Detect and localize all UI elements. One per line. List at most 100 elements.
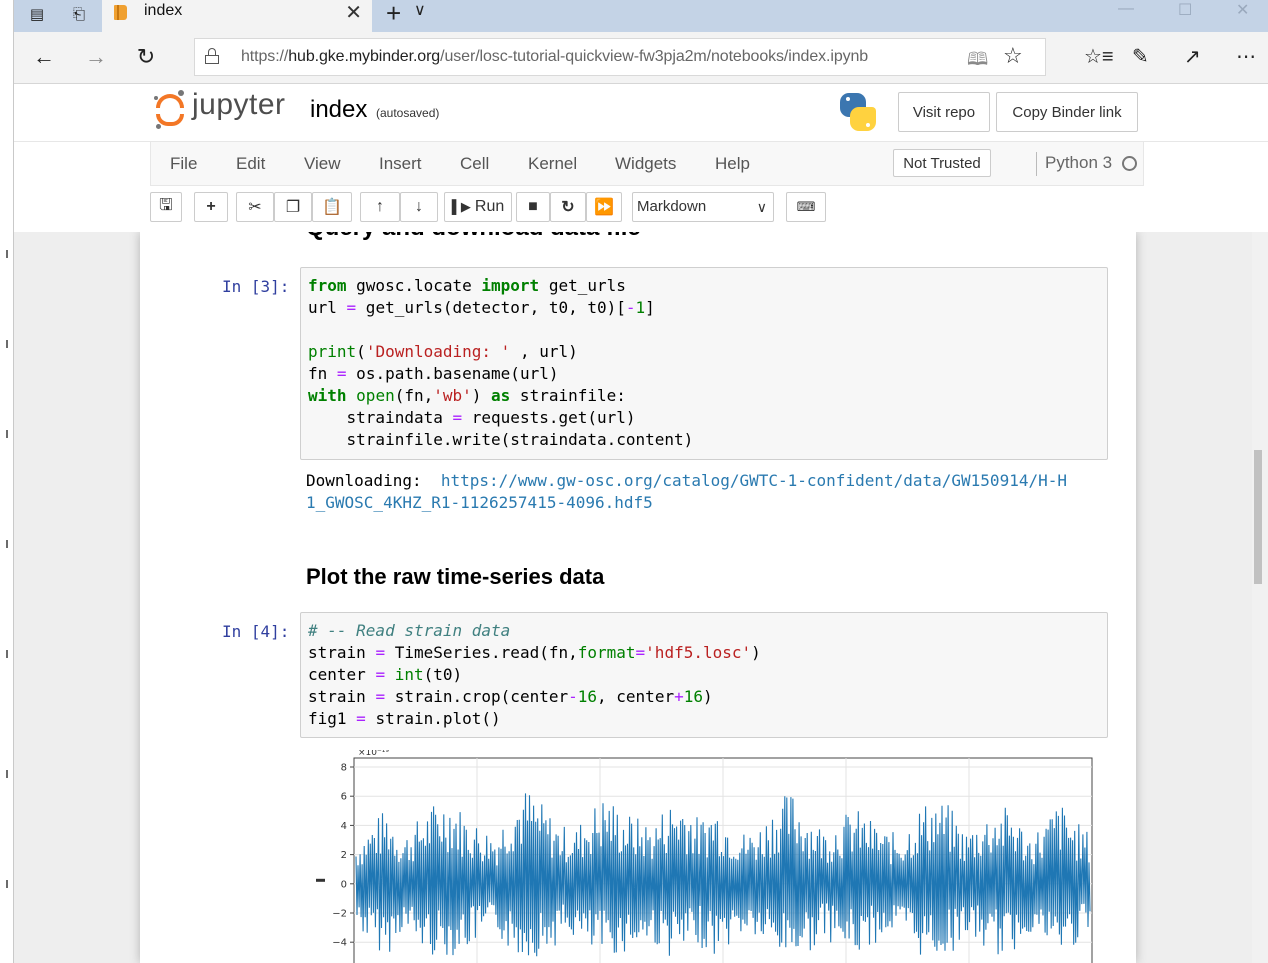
- page-scrollbar[interactable]: [1252, 232, 1268, 963]
- share-icon[interactable]: ↗: [1184, 44, 1201, 69]
- run-button[interactable]: ▌▶ Run: [444, 192, 512, 222]
- edge-mark: [6, 540, 8, 548]
- move-up-button[interactable]: ↑: [360, 192, 400, 222]
- visit-repo-button[interactable]: Visit repo: [898, 92, 990, 132]
- restart-kernel-button[interactable]: ↻: [550, 192, 586, 222]
- markdown-heading: Plot the raw time-series data: [306, 564, 605, 589]
- run-label: Run: [474, 198, 505, 215]
- minimize-icon[interactable]: —: [1118, 0, 1134, 18]
- paste-icon: 📋: [322, 199, 342, 216]
- command-palette-button[interactable]: ⌨: [786, 192, 826, 222]
- not-trusted-button[interactable]: Not Trusted: [893, 149, 991, 177]
- code-line: with open(fn,'wb') as strainfile:: [308, 386, 626, 405]
- cut-icon: ✂: [248, 199, 262, 216]
- cell-prompt: In [3]:: [222, 277, 290, 296]
- code-line: print('Downloading: ' , url): [308, 342, 578, 361]
- menu-kernel[interactable]: Kernel: [528, 154, 577, 174]
- restart-icon: ↻: [561, 199, 575, 216]
- favorite-star-icon[interactable]: ☆: [1003, 43, 1023, 69]
- code-input[interactable]: # -- Read strain data strain = TimeSerie…: [301, 613, 1107, 730]
- cell-prompt: In [4]:: [222, 622, 290, 641]
- code-line: fn = os.path.basename(url): [308, 364, 559, 383]
- output-url-link[interactable]: https://www.gw-osc.org/catalog/GWTC-1-co…: [441, 471, 1067, 490]
- copy-binder-link-button[interactable]: Copy Binder link: [996, 92, 1138, 132]
- y-multiplier-label: ×10⁻¹⁹: [358, 750, 389, 758]
- notebook-name[interactable]: index: [310, 96, 367, 124]
- notes-icon[interactable]: ✎: [1132, 44, 1149, 69]
- forward-icon[interactable]: →: [82, 44, 110, 70]
- copy-button[interactable]: ❐: [274, 192, 312, 222]
- menu-file[interactable]: File: [170, 154, 197, 174]
- code-line: fig1 = strain.plot(): [308, 709, 501, 728]
- code-line: strain = strain.crop(center-16, center+1…: [308, 687, 713, 706]
- code-line: straindata = requests.get(url): [308, 408, 636, 427]
- edge-mark: [6, 770, 8, 778]
- move-down-button[interactable]: ↓: [400, 192, 438, 222]
- add-cell-button[interactable]: +: [194, 192, 228, 222]
- tab-bar: ▤ ⎗ index ✕ + ∨ — ☐ ✕: [14, 0, 1268, 32]
- cell-type-select[interactable]: Markdown ∨: [632, 192, 774, 222]
- refresh-icon[interactable]: ↻: [132, 44, 160, 70]
- tab-preview-icon[interactable]: ▤: [26, 4, 48, 24]
- maximize-icon[interactable]: ☐: [1178, 0, 1192, 20]
- code-line: strain = TimeSeries.read(fn,format='hdf5…: [308, 643, 761, 662]
- kernel-name[interactable]: Python 3: [1045, 153, 1112, 173]
- y-tick-label: 0: [341, 879, 347, 890]
- move-down-icon: ↓: [415, 198, 423, 215]
- menu-cell[interactable]: Cell: [460, 154, 489, 174]
- chevron-down-icon: ∨: [756, 199, 767, 215]
- menu-insert[interactable]: Insert: [379, 154, 422, 174]
- move-up-icon: ↑: [376, 198, 384, 215]
- save-button[interactable]: 🖫: [150, 192, 182, 222]
- menu-widgets[interactable]: Widgets: [615, 154, 676, 174]
- edge-mark: [6, 880, 8, 888]
- tab-aside-icon[interactable]: ⎗: [68, 4, 90, 24]
- cut-button[interactable]: ✂: [236, 192, 274, 222]
- jupyter-logo-icon[interactable]: [154, 90, 186, 129]
- python-logo-icon: [838, 92, 878, 132]
- code-line: # -- Read strain data: [308, 621, 511, 640]
- tab-list-icon[interactable]: ∨: [414, 0, 426, 20]
- scrollbar-thumb[interactable]: [1254, 450, 1262, 584]
- y-axis-unit-mark: [316, 878, 325, 882]
- favorites-icon[interactable]: ☆≡: [1084, 44, 1114, 69]
- close-window-icon[interactable]: ✕: [1236, 0, 1249, 20]
- add-cell-icon: +: [206, 198, 216, 215]
- paste-button[interactable]: 📋: [312, 192, 352, 222]
- output-url-link[interactable]: 1_GWOSC_4KHZ_R1-1126257415-4096.hdf5: [306, 493, 653, 512]
- code-line: from gwosc.locate import get_urls: [308, 276, 626, 295]
- menu-view[interactable]: View: [304, 154, 341, 174]
- section-heading-partial: Query and download data file: [306, 232, 641, 242]
- cell-type-value: Markdown: [637, 198, 707, 215]
- edge-mark: [6, 250, 8, 258]
- code-line: center = int(t0): [308, 665, 463, 684]
- url-text[interactable]: https://hub.gke.mybinder.org/user/losc-t…: [241, 48, 868, 66]
- address-bar[interactable]: https://hub.gke.mybinder.org/user/losc-t…: [194, 38, 1046, 76]
- code-line: url = get_urls(detector, t0, t0)[-1]: [308, 298, 655, 317]
- menu-help[interactable]: Help: [715, 154, 750, 174]
- code-cell-4[interactable]: # -- Read strain data strain = TimeSerie…: [300, 612, 1108, 738]
- jupyter-wordmark[interactable]: jupyter: [192, 88, 286, 122]
- kernel-idle-indicator-icon: [1122, 156, 1137, 171]
- keyboard-icon: ⌨: [796, 199, 816, 214]
- notebook-favicon-icon: [114, 5, 127, 20]
- browser-tab[interactable]: index ✕: [102, 0, 372, 32]
- stop-icon: ■: [528, 198, 538, 215]
- code-cell-3[interactable]: from gwosc.locate import get_urls url = …: [300, 267, 1108, 460]
- menu-edit[interactable]: Edit: [236, 154, 265, 174]
- back-icon[interactable]: ←: [30, 44, 58, 70]
- code-input[interactable]: from gwosc.locate import get_urls url = …: [301, 268, 1107, 451]
- new-tab-icon[interactable]: +: [386, 0, 401, 29]
- background-window-edge: [0, 0, 14, 963]
- tab-title: index: [144, 2, 183, 19]
- more-icon[interactable]: ⋯: [1236, 44, 1256, 69]
- edge-mark: [6, 430, 8, 438]
- jupyter-header: jupyter index (autosaved) Visit repo Cop…: [14, 84, 1268, 142]
- restart-run-all-button[interactable]: ⏩: [586, 192, 622, 222]
- close-tab-icon[interactable]: ✕: [345, 0, 362, 25]
- edge-mark: [6, 650, 8, 658]
- interrupt-kernel-button[interactable]: ■: [516, 192, 550, 222]
- code-line: strainfile.write(straindata.content): [308, 430, 694, 449]
- reading-view-icon[interactable]: 🕮: [967, 47, 988, 77]
- y-tick-label: −2: [332, 909, 347, 920]
